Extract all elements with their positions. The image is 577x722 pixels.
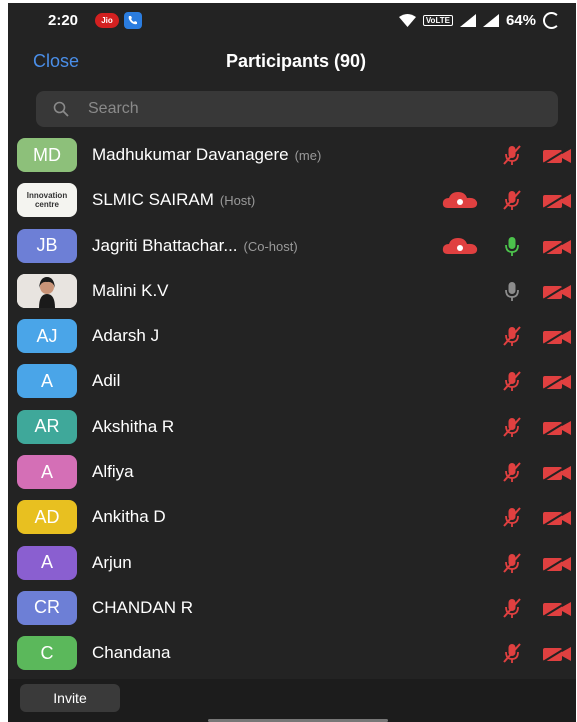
- participant-name: SLMIC SAIRAM (Host): [92, 190, 255, 210]
- avatar: C: [17, 636, 77, 671]
- zoom-participants-screen: 2:20 Jio VoLTE 64% Close Participants (9…: [8, 3, 576, 722]
- participant-role: (me): [294, 148, 322, 163]
- video-off-icon: [542, 373, 572, 396]
- wifi-icon: [398, 14, 416, 27]
- participant-name-text: Adil: [92, 371, 121, 391]
- mic-muted-icon: [501, 461, 523, 488]
- video-off-icon: [542, 192, 572, 215]
- logo-text: Innovation centre: [26, 191, 68, 210]
- header: Close Participants (90): [8, 39, 576, 87]
- video-off-icon: [542, 328, 572, 351]
- battery-icon: [543, 12, 560, 29]
- avatar: A: [17, 455, 77, 490]
- video-off-icon: [542, 283, 572, 306]
- participant-name: Alfiya: [92, 462, 134, 482]
- mic-icon: [501, 235, 523, 262]
- mic-muted-icon: [501, 552, 523, 579]
- avatar: CR: [17, 590, 77, 625]
- participant-row[interactable]: Malini K.V: [8, 268, 576, 313]
- mic-muted-icon: [501, 144, 523, 171]
- participant-name-text: Arjun: [92, 552, 132, 572]
- status-icons: VoLTE 64%: [398, 12, 560, 29]
- mic-muted-icon: [501, 506, 523, 533]
- jio-icon: Jio: [95, 13, 119, 28]
- mic-muted-icon: [501, 416, 523, 443]
- participant-name: Adarsh J: [92, 326, 159, 346]
- mic-muted-icon: [501, 642, 523, 669]
- participant-name-text: Chandana: [92, 643, 171, 663]
- participant-name-text: Akshitha R: [92, 416, 175, 436]
- avatar: AD: [17, 500, 77, 535]
- participant-row[interactable]: A Adil: [8, 358, 576, 403]
- call-app-icon: [124, 12, 142, 29]
- cloud-recording-icon: [442, 191, 478, 214]
- participant-name: CHANDAN R: [92, 598, 193, 618]
- avatar: AR: [17, 409, 77, 444]
- participant-name-text: Malini K.V: [92, 280, 169, 300]
- participant-row[interactable]: AD Ankitha D: [8, 494, 576, 539]
- video-off-icon: [542, 418, 572, 442]
- participant-name-text: SLMIC SAIRAM: [92, 190, 214, 210]
- video-off-icon: [542, 600, 572, 623]
- mic-muted-icon: [501, 189, 523, 216]
- page-title: Participants (90): [225, 51, 367, 71]
- participant-row[interactable]: A Alfiya: [8, 449, 576, 494]
- mic-muted-icon: [501, 597, 523, 624]
- avatar: MD: [17, 138, 77, 172]
- invite-button[interactable]: Invite: [20, 684, 120, 712]
- search-placeholder: Search: [88, 100, 139, 117]
- video-off-icon: [542, 464, 572, 487]
- participant-name: Arjun: [92, 553, 132, 573]
- participant-name: Chandana: [92, 643, 170, 663]
- video-off-icon: [542, 554, 572, 578]
- video-off-icon: [542, 237, 572, 261]
- signal-icon: [459, 14, 476, 27]
- bottom-bar: Invite: [8, 679, 576, 722]
- participant-name-text: Adarsh J: [92, 326, 160, 346]
- participant-name-text: CHANDAN R: [92, 597, 194, 617]
- participant-name: Malini K.V: [92, 281, 169, 301]
- mic-muted-icon: [501, 370, 523, 397]
- participant-name: Adil: [92, 371, 120, 391]
- avatar: Innovation centre: [17, 183, 77, 218]
- participant-row[interactable]: JB Jagriti Bhattachar... (Co-host): [8, 223, 576, 268]
- participant-row[interactable]: A Arjun: [8, 540, 576, 585]
- participant-name: Ankitha D: [92, 507, 166, 527]
- participant-role: (Host): [219, 193, 256, 209]
- avatar: JB: [17, 228, 77, 263]
- avatar: AJ: [17, 319, 77, 354]
- participant-row[interactable]: CR CHANDAN R: [8, 585, 576, 630]
- participant-name-text: Jagriti Bhattachar...: [92, 235, 238, 255]
- battery-percent: 64%: [505, 12, 536, 29]
- participant-name-text: Ankitha D: [92, 507, 166, 527]
- cloud-recording-icon: [442, 237, 478, 260]
- participant-name-text: Madhukumar Davanagere: [92, 145, 289, 164]
- avatar: A: [17, 364, 77, 399]
- signal-icon-2: [482, 14, 499, 27]
- search-bar[interactable]: Search: [36, 91, 558, 127]
- volte-badge: VoLTE: [422, 15, 453, 26]
- participant-name: Madhukumar Davanagere (me): [92, 145, 321, 165]
- participant-list: MD Madhukumar Davanagere (me) Innovation ce…: [8, 132, 576, 676]
- participant-row[interactable]: AR Akshitha R: [8, 404, 576, 449]
- avatar: [17, 273, 77, 308]
- participant-name: Akshitha R: [92, 417, 174, 437]
- participant-role: (Co-host): [243, 238, 298, 254]
- status-bar: 2:20 Jio VoLTE 64%: [8, 3, 576, 39]
- search-icon: [53, 101, 69, 122]
- video-off-icon: [542, 509, 572, 532]
- avatar: A: [17, 545, 77, 580]
- mic-muted-icon: [501, 325, 523, 352]
- participant-row[interactable]: MD Madhukumar Davanagere (me): [8, 132, 576, 177]
- participant-row[interactable]: C Chandana: [8, 630, 576, 675]
- participant-row[interactable]: AJ Adarsh J: [8, 313, 576, 358]
- video-off-icon: [542, 147, 572, 170]
- participant-name: Jagriti Bhattachar... (Co-host): [92, 236, 298, 256]
- participant-row[interactable]: Innovation centre SLMIC SAIRAM (Host): [8, 177, 576, 222]
- status-time: 2:20: [48, 12, 79, 29]
- mic-icon: [501, 280, 523, 307]
- video-off-icon: [542, 645, 572, 668]
- profile-photo: [17, 273, 77, 308]
- participant-name-text: Alfiya: [92, 462, 134, 482]
